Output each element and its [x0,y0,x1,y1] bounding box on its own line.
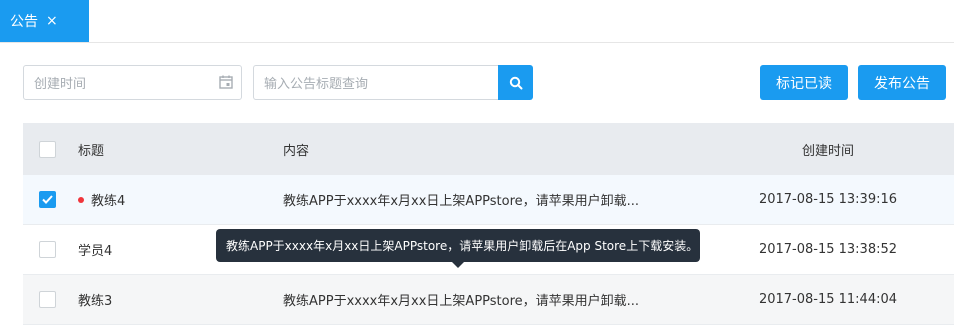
header-content: 内容 [283,143,310,159]
row-checkbox[interactable] [38,291,56,308]
mark-read-button[interactable]: 标记已读 [760,65,848,100]
calendar-icon [219,75,233,89]
row-created: 2017-08-15 13:38:52 [758,242,898,257]
search-placeholder: 输入公告标题查询 [264,77,369,92]
row-created: 2017-08-15 13:39:16 [758,192,898,207]
search-input[interactable]: 输入公告标题查询 [253,65,499,100]
table-row[interactable]: 教练4 教练APP于xxxx年x月xx日上架APPstore，请苹果用户卸载..… [23,175,954,225]
header-title: 标题 [78,143,105,159]
row-created: 2017-08-15 11:44:04 [758,292,898,307]
content-tooltip: 教练APP于xxxx年x月xx日上架APPstore，请苹果用户卸载后在App … [216,229,700,268]
tab-bar: 公告 × [0,0,954,43]
tab-label: 公告 [10,14,38,30]
close-icon[interactable]: × [46,13,58,29]
tooltip-arrow [452,262,464,268]
row-checkbox[interactable] [38,241,56,258]
row-checkbox[interactable] [38,191,56,208]
search-button[interactable] [498,65,533,100]
row-title: 学员4 [78,244,113,259]
tooltip-text: 教练APP于xxxx年x月xx日上架APPstore，请苹果用户卸载后在App … [226,239,699,253]
check-icon [41,195,53,204]
tab-announcements[interactable]: 公告 × [0,0,89,42]
row-title: 教练4 [91,194,126,209]
unread-dot [78,196,84,203]
publish-button[interactable]: 发布公告 [858,65,946,100]
search-icon [509,76,522,89]
row-content: 教练APP于xxxx年x月xx日上架APPstore，请苹果用户卸载... [283,294,640,309]
row-content: 教练APP于xxxx年x月xx日上架APPstore，请苹果用户卸载... [283,194,640,209]
created-date-picker[interactable]: 创建时间 [23,65,242,100]
announcement-table: 标题 内容 创建时间 教练4 教练APP于xxxx年x月xx日上架APPstor… [23,123,954,325]
row-title: 教练3 [78,294,113,309]
search-group: 输入公告标题查询 [253,65,533,100]
header-created: 创建时间 [801,143,854,159]
select-all-checkbox[interactable] [38,140,56,158]
table-header: 标题 内容 创建时间 [23,123,954,175]
date-placeholder: 创建时间 [34,77,87,92]
